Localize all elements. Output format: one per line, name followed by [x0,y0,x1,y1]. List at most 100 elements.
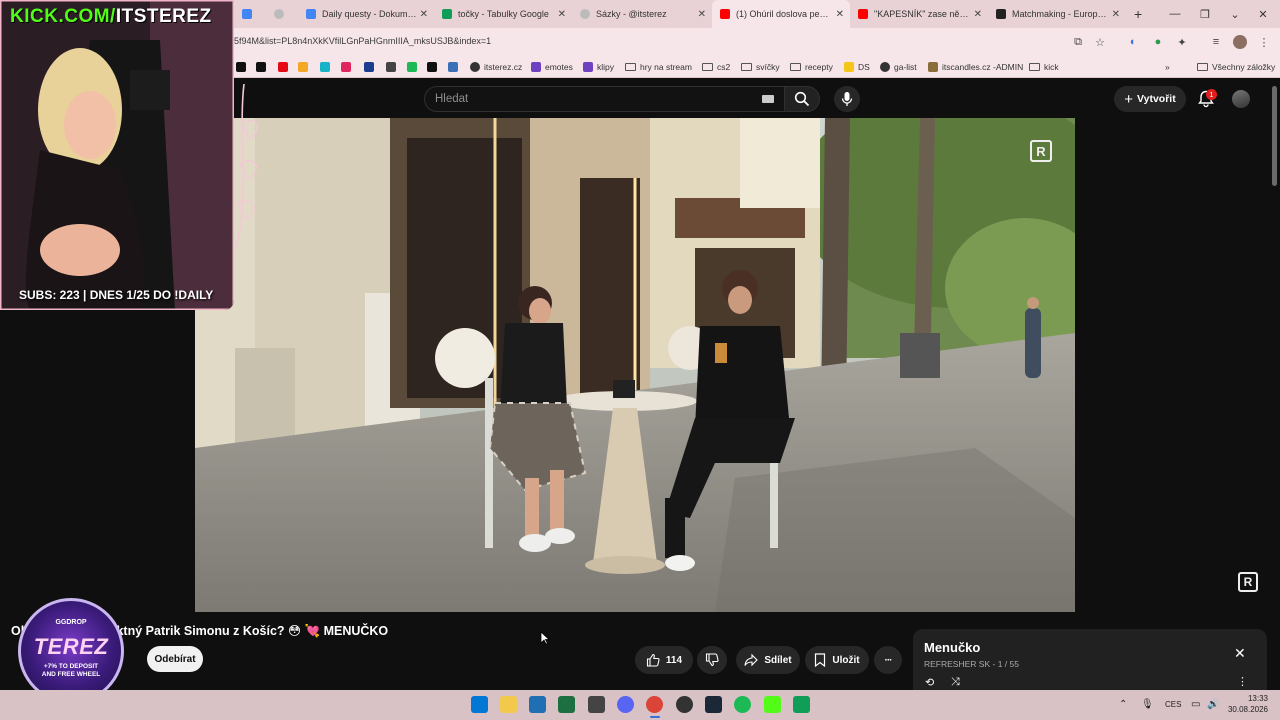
bookmark-14[interactable]: hry na stream [625,60,692,74]
bookmark-12[interactable]: emotes [531,60,573,74]
extensions-puzzle-icon[interactable]: ✦ [1174,34,1190,50]
extension-icon[interactable]: ● [1150,34,1166,50]
tab-4[interactable]: točky - Tabulky Google ✕ [434,0,572,28]
close-window-button[interactable]: ✕ [1248,0,1278,28]
bookmark-8[interactable] [407,60,421,74]
more-bookmarks-button[interactable]: » [1165,60,1170,74]
bookmark-19[interactable]: ga-list [880,60,917,74]
bookmark-icon [583,62,593,72]
bookmark-0[interactable] [236,60,250,74]
close-icon[interactable]: ✕ [420,9,428,20]
tab-2[interactable] [266,0,298,28]
bookmark-9[interactable] [427,60,441,74]
keyboard-icon[interactable] [762,95,774,103]
windows-start-icon[interactable] [471,696,488,713]
bookmark-11[interactable]: itsterez.cz [470,60,522,74]
bookmark-18[interactable]: DS [844,60,870,74]
star-icon[interactable]: ☆ [1092,34,1108,50]
channel-watermark-icon[interactable]: R [1238,572,1258,592]
drive-icon[interactable] [793,696,810,713]
bookmark-icon [407,62,417,72]
close-icon[interactable]: ✕ [836,9,844,20]
subscribe-button[interactable]: Odebírat [147,646,203,672]
playlist-channel[interactable]: REFRESHER SK [924,659,990,669]
close-icon[interactable]: ✕ [1112,9,1120,20]
share-button[interactable]: Sdílet [736,646,800,674]
account-avatar[interactable] [1232,90,1250,108]
thumbs-down-icon [705,653,719,667]
bookmark-1[interactable] [256,60,270,74]
bookmark-icon [320,62,330,72]
cast-icon[interactable]: ⧉ [1070,34,1086,50]
shuffle-icon[interactable]: ⤨ [951,676,960,689]
playlist-menu-icon[interactable]: ⋮ [1237,675,1248,688]
like-button[interactable]: 114 [635,646,693,674]
create-button[interactable]: + Vytvořit [1114,86,1186,112]
playlist-title[interactable]: Menučko [924,640,980,655]
file-explorer-icon[interactable] [500,696,517,713]
taskbar-clock[interactable]: 13:33 30.08.2026 [1224,693,1268,715]
voice-search-button[interactable] [834,86,860,112]
bookmark-21[interactable]: kick [1029,60,1059,74]
dislike-button[interactable] [697,646,727,674]
tab-search-icon[interactable]: ⌄ [1220,0,1250,28]
close-playlist-icon[interactable]: ✕ [1234,645,1246,662]
page-scrollbar[interactable] [1272,86,1277,186]
tiktok-icon [256,62,266,72]
language-indicator[interactable]: CES [1165,700,1181,709]
kick-icon[interactable] [764,696,781,713]
media-controls-icon[interactable]: ≡ [1208,34,1224,50]
menu-icon[interactable]: ⋮ [1256,34,1272,50]
tab-8[interactable]: Matchmaking - Europe 5 ✕ [988,0,1126,28]
close-icon[interactable]: ✕ [974,9,982,20]
bookmark-4[interactable] [320,60,334,74]
tab-3[interactable]: Daily questy - Dokument ✕ [298,0,434,28]
profile-avatar[interactable] [1232,34,1248,50]
spotify-icon[interactable] [734,696,751,713]
discord-icon[interactable] [617,696,634,713]
app-icon[interactable] [588,696,605,713]
tab-1[interactable] [234,0,266,28]
bookmark-5[interactable] [341,60,355,74]
url-field[interactable]: 5f94M&list=PL8n4nXkKVfilLGnPaHGnmIIIA_mk… [234,36,491,46]
minimize-button[interactable]: — [1160,0,1190,28]
bookmark-17[interactable]: recepty [790,60,833,74]
bookmark-3[interactable] [298,60,312,74]
tab-6-active[interactable]: (1) Ohúril doslova perfekt ✕ [712,0,850,28]
restore-button[interactable]: ❐ [1190,0,1220,28]
extension-icon[interactable]: ◖ [1124,34,1140,50]
video-player[interactable]: R [195,118,1075,612]
network-icon[interactable]: ▭ [1191,699,1200,710]
bookmark-20[interactable]: itscandles.cz -ADMIN [928,60,1023,74]
obs-icon[interactable] [676,696,693,713]
bookmark-7[interactable] [386,60,400,74]
volume-icon[interactable]: 🔊 [1207,699,1219,710]
bookmark-13[interactable]: klipy [583,60,614,74]
chrome-icon[interactable] [646,696,663,713]
close-icon[interactable]: ✕ [698,9,706,20]
steam-icon[interactable] [705,696,722,713]
bookmark-15[interactable]: cs2 [702,60,730,74]
bookmark-10[interactable] [448,60,462,74]
share-icon [744,653,759,667]
show-hidden-icons-icon[interactable]: ⌃ [1119,699,1127,710]
tab-5[interactable]: Sázky - @itsterez ✕ [572,0,712,28]
bookmark-6[interactable] [364,60,378,74]
close-icon[interactable]: ✕ [558,9,566,20]
app-c-icon[interactable] [529,696,546,713]
playlist-panel: Menučko REFRESHER SK - 1 / 55 ✕ ⟲ ⤨ ⋮ [913,629,1267,691]
new-tab-button[interactable]: + [1126,0,1156,28]
tab-7[interactable]: "KAPESNÍK" zase něco vy ✕ [850,0,988,28]
netflix-icon [278,62,288,72]
like-count: 114 [665,654,683,666]
bookmark-16[interactable]: svíčky [741,60,780,74]
more-actions-button[interactable]: ··· [874,646,902,674]
microphone-tray-icon[interactable]: 🎙 [1141,699,1154,710]
search-input[interactable]: Hledat [424,86,786,112]
search-button[interactable] [784,86,820,112]
bookmark-2[interactable] [278,60,292,74]
all-bookmarks-button[interactable]: Všechny záložky [1197,60,1275,74]
save-button[interactable]: Uložit [805,646,869,674]
loop-icon[interactable]: ⟲ [925,676,934,689]
excel-icon[interactable] [558,696,575,713]
